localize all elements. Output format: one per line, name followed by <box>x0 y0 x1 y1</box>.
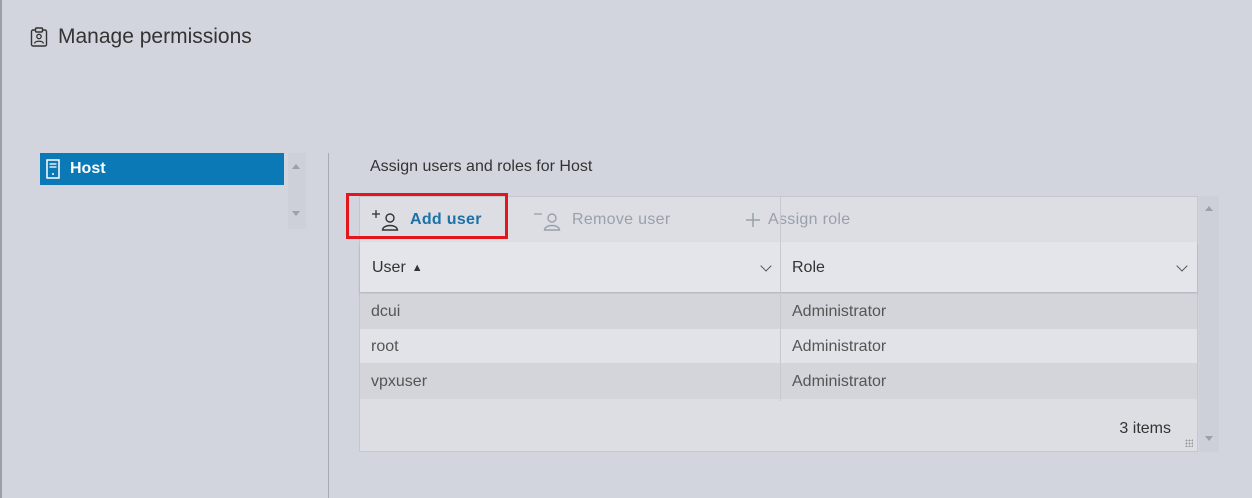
tree-scrollbar[interactable] <box>288 153 306 229</box>
grid-footer: 3 items <box>360 401 1197 451</box>
tree-item-host[interactable]: Host <box>40 153 284 185</box>
dialog-header: Manage permissions <box>30 22 252 52</box>
grid-toolbar: Add user Remove user Assign role <box>360 197 1197 241</box>
column-header-role[interactable]: Role <box>792 242 1188 293</box>
table-row[interactable]: root Administrator <box>360 329 1197 364</box>
grid-body: dcui Administrator root Administrator vp… <box>360 294 1197 399</box>
cell-user: dcui <box>371 302 401 320</box>
pane-divider <box>328 153 329 498</box>
grid-header: User ▲ Role <box>360 242 1197 293</box>
sort-ascending-icon: ▲ <box>411 261 423 274</box>
remove-user-icon <box>534 213 561 231</box>
column-label-role: Role <box>792 258 825 276</box>
column-separator[interactable] <box>780 197 781 401</box>
cell-role: Administrator <box>792 372 887 390</box>
panel-scrollbar[interactable] <box>1199 196 1219 452</box>
plus-icon <box>746 213 760 227</box>
permissions-grid-panel: Add user Remove user Assign role User ▲ … <box>359 196 1198 452</box>
chevron-down-icon[interactable] <box>760 260 772 272</box>
table-row[interactable]: vpxuser Administrator <box>360 364 1197 399</box>
scroll-up-icon[interactable] <box>1205 206 1213 211</box>
tree-item-label: Host <box>70 160 106 177</box>
remove-user-label: Remove user <box>572 211 671 228</box>
chevron-down-icon[interactable] <box>1176 260 1188 272</box>
dialog-title: Manage permissions <box>58 25 252 48</box>
scroll-up-icon[interactable] <box>292 164 300 169</box>
cell-user: root <box>371 337 399 355</box>
column-header-user[interactable]: User ▲ <box>372 242 777 293</box>
cell-role: Administrator <box>792 302 887 320</box>
add-user-button[interactable]: Add user <box>362 198 490 242</box>
table-row[interactable]: dcui Administrator <box>360 294 1197 329</box>
clipboard-user-icon <box>30 27 48 47</box>
object-tree: Host <box>40 153 310 229</box>
section-title: Assign users and roles for Host <box>370 158 593 175</box>
manage-permissions-dialog: Manage permissions Host Assign users and… <box>0 0 1252 498</box>
resize-grip-icon[interactable] <box>1185 439 1193 447</box>
cell-user: vpxuser <box>371 372 428 390</box>
add-user-label: Add user <box>410 211 482 228</box>
host-server-icon <box>46 159 60 179</box>
remove-user-button[interactable]: Remove user <box>524 198 678 242</box>
item-count: 3 items <box>1119 420 1171 437</box>
assign-role-button[interactable]: Assign role <box>736 198 858 242</box>
scroll-down-icon[interactable] <box>292 211 300 216</box>
column-label-user: User <box>372 258 406 276</box>
scroll-down-icon[interactable] <box>1205 436 1213 441</box>
add-user-icon <box>372 210 399 231</box>
cell-role: Administrator <box>792 337 887 355</box>
